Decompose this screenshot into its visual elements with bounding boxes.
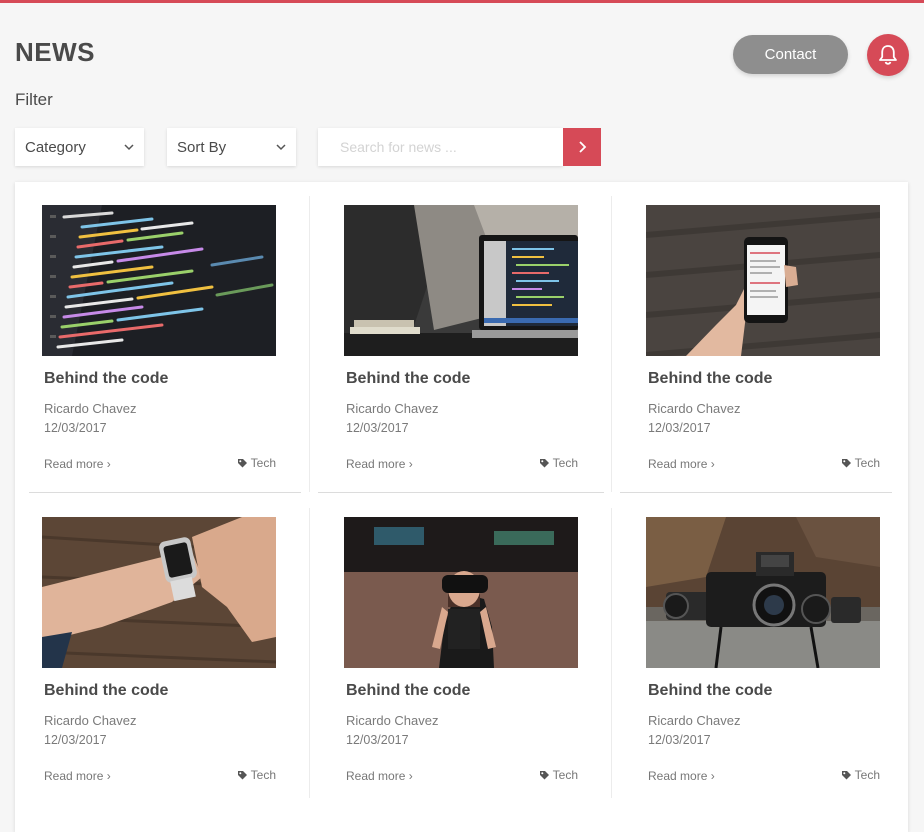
tag-icon xyxy=(539,770,549,779)
column-divider xyxy=(611,508,612,798)
news-card-image-laptop[interactable] xyxy=(344,205,578,356)
tag-icon xyxy=(237,770,247,779)
sort-select[interactable]: Sort By xyxy=(167,128,296,166)
page-title: NEWS xyxy=(15,37,95,67)
news-card[interactable]: Behind the code Ricardo Chavez 12/03/201… xyxy=(344,517,578,807)
news-card-tag-label: Tech xyxy=(250,768,276,782)
news-card[interactable]: Behind the code Ricardo Chavez 12/03/201… xyxy=(344,205,578,495)
read-more-link[interactable]: Read more › xyxy=(44,457,111,471)
news-card-title[interactable]: Behind the code xyxy=(648,370,772,388)
column-divider xyxy=(611,196,612,492)
news-card-image-camera[interactable] xyxy=(646,517,880,668)
category-select-value: Category xyxy=(25,138,86,156)
news-card-tag[interactable]: Tech xyxy=(237,456,276,470)
contact-button[interactable]: Contact xyxy=(733,35,848,74)
read-more-link[interactable]: Read more › xyxy=(44,769,111,783)
chevron-down-icon xyxy=(276,143,286,150)
news-card-tag[interactable]: Tech xyxy=(841,456,880,470)
news-card-author: Ricardo Chavez xyxy=(648,713,741,728)
news-card-tag[interactable]: Tech xyxy=(841,768,880,782)
read-more-link[interactable]: Read more › xyxy=(346,769,413,783)
column-divider xyxy=(309,508,310,798)
news-card-title[interactable]: Behind the code xyxy=(346,370,470,388)
news-card-tag-label: Tech xyxy=(552,456,578,470)
news-card-tag[interactable]: Tech xyxy=(539,456,578,470)
news-card-author: Ricardo Chavez xyxy=(44,713,137,728)
news-card-tag-label: Tech xyxy=(854,456,880,470)
news-card-author: Ricardo Chavez xyxy=(648,401,741,416)
tag-icon xyxy=(841,458,851,467)
sort-select-value: Sort By xyxy=(177,138,227,156)
tag-icon xyxy=(539,458,549,467)
news-card-author: Ricardo Chavez xyxy=(346,401,439,416)
column-divider xyxy=(309,196,310,492)
news-card-image-phone[interactable] xyxy=(646,205,880,356)
news-card[interactable]: Behind the code Ricardo Chavez 12/03/201… xyxy=(646,517,880,807)
category-select[interactable]: Category xyxy=(15,128,144,166)
news-card-title[interactable]: Behind the code xyxy=(648,682,772,700)
news-card-image-smartwatch[interactable] xyxy=(42,517,276,668)
news-card-author: Ricardo Chavez xyxy=(44,401,137,416)
read-more-link[interactable]: Read more › xyxy=(648,457,715,471)
news-card-tag-label: Tech xyxy=(552,768,578,782)
bell-icon xyxy=(879,45,897,65)
chevron-right-icon xyxy=(578,141,586,153)
notifications-button[interactable] xyxy=(867,34,909,76)
search-input[interactable] xyxy=(318,128,563,166)
top-accent-bar xyxy=(0,0,924,3)
news-card-tag[interactable]: Tech xyxy=(237,768,276,782)
search-button[interactable] xyxy=(563,128,601,166)
chevron-down-icon xyxy=(124,143,134,150)
news-card-tag[interactable]: Tech xyxy=(539,768,578,782)
news-card-date: 12/03/2017 xyxy=(44,421,107,435)
news-card-date: 12/03/2017 xyxy=(346,421,409,435)
news-card-author: Ricardo Chavez xyxy=(346,713,439,728)
news-card[interactable]: Behind the code Ricardo Chavez 12/03/201… xyxy=(646,205,880,495)
news-card-date: 12/03/2017 xyxy=(44,733,107,747)
read-more-link[interactable]: Read more › xyxy=(648,769,715,783)
news-card-image-code[interactable] xyxy=(42,205,276,356)
news-card-tag-label: Tech xyxy=(854,768,880,782)
news-grid: Behind the code Ricardo Chavez 12/03/201… xyxy=(15,182,908,832)
news-card-title[interactable]: Behind the code xyxy=(44,370,168,388)
news-card-title[interactable]: Behind the code xyxy=(44,682,168,700)
read-more-link[interactable]: Read more › xyxy=(346,457,413,471)
news-card-date: 12/03/2017 xyxy=(648,421,711,435)
news-card[interactable]: Behind the code Ricardo Chavez 12/03/201… xyxy=(42,517,276,807)
news-card[interactable]: Behind the code Ricardo Chavez 12/03/201… xyxy=(42,205,276,495)
news-card-tag-label: Tech xyxy=(250,456,276,470)
filter-label: Filter xyxy=(15,90,53,109)
news-card-image-vr[interactable] xyxy=(344,517,578,668)
news-card-title[interactable]: Behind the code xyxy=(346,682,470,700)
tag-icon xyxy=(841,770,851,779)
tag-icon xyxy=(237,458,247,467)
news-card-date: 12/03/2017 xyxy=(648,733,711,747)
news-card-date: 12/03/2017 xyxy=(346,733,409,747)
